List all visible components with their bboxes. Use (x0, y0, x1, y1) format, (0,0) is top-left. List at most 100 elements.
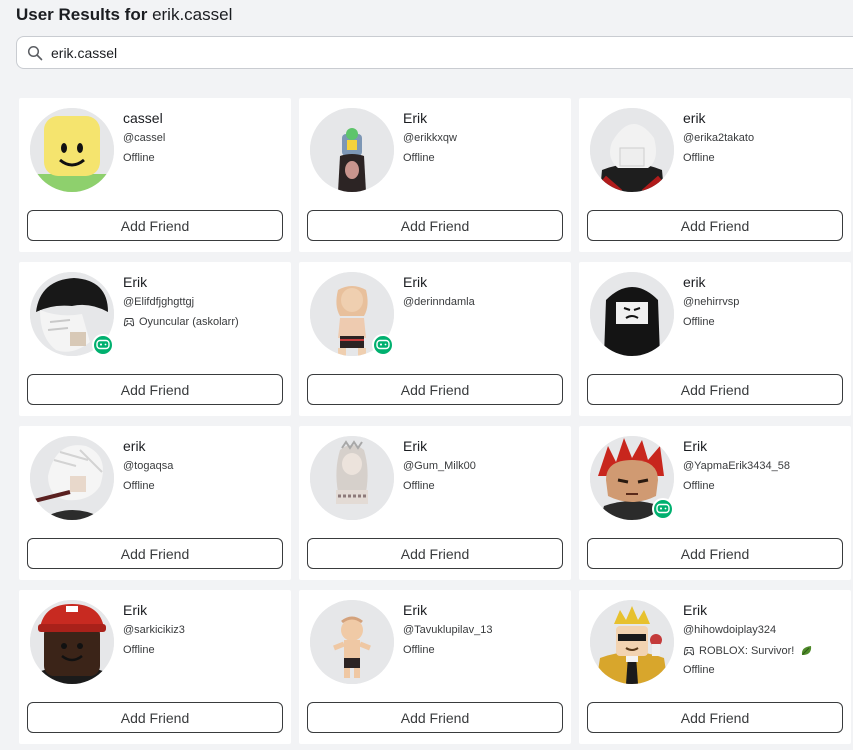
avatar[interactable] (310, 436, 394, 520)
search-bar[interactable] (16, 36, 853, 69)
user-username: @nehirrvsp (683, 296, 740, 308)
user-username: @derinndamla (403, 296, 475, 308)
user-card[interactable]: Erik @YapmaErik3434_58 Offline Add Friend (579, 426, 851, 580)
avatar-image (590, 272, 674, 356)
user-status-text: Oyuncular (askolarr) (139, 316, 239, 328)
add-friend-button[interactable]: Add Friend (27, 538, 283, 569)
avatar[interactable] (30, 108, 114, 192)
add-friend-button[interactable]: Add Friend (587, 702, 843, 733)
add-friend-button[interactable]: Add Friend (587, 374, 843, 405)
user-status-text: Offline (123, 644, 155, 656)
user-status: Oyuncular (askolarr) (123, 316, 239, 328)
avatar[interactable] (590, 436, 674, 520)
avatar-image (590, 108, 674, 192)
user-username: @Tavuklupilav_13 (403, 624, 493, 636)
page-title-query: erik.cassel (152, 5, 233, 24)
page-title: User Results for erik.cassel (16, 4, 232, 26)
avatar[interactable] (590, 600, 674, 684)
user-username: @Elifdfjghgttgj (123, 296, 195, 308)
avatar-image (30, 600, 114, 684)
user-status: Offline (403, 644, 435, 656)
avatar-image (310, 600, 394, 684)
user-username: @hihowdoiplay324 (683, 624, 777, 636)
user-username: @Gum_Milk00 (403, 460, 476, 472)
add-friend-button[interactable]: Add Friend (587, 538, 843, 569)
user-card[interactable]: Erik @Tavuklupilav_13 Offline Add Friend (299, 590, 571, 744)
in-game-badge-icon (652, 498, 674, 520)
search-input[interactable] (51, 44, 751, 61)
user-display-name[interactable]: erik (683, 274, 706, 290)
user-display-name[interactable]: Erik (683, 438, 707, 454)
user-status: Offline (123, 644, 155, 656)
user-username: @erikkxqw (403, 132, 457, 144)
add-friend-button[interactable]: Add Friend (27, 374, 283, 405)
user-username: @erika2takato (683, 132, 755, 144)
in-game-badge-icon (372, 334, 394, 356)
user-status: Offline (683, 152, 715, 164)
user-display-name[interactable]: erik (123, 438, 146, 454)
game-controller-icon (683, 646, 695, 655)
user-display-name[interactable]: Erik (123, 602, 147, 618)
add-friend-button[interactable]: Add Friend (27, 210, 283, 241)
user-display-name[interactable]: Erik (403, 274, 427, 290)
in-game-badge-icon (92, 334, 114, 356)
user-status-secondary: Offline (683, 664, 715, 676)
user-status: Offline (123, 152, 155, 164)
avatar[interactable] (310, 108, 394, 192)
user-display-name[interactable]: Erik (683, 602, 707, 618)
avatar-image (310, 108, 394, 192)
user-display-name[interactable]: Erik (403, 110, 427, 126)
add-friend-button[interactable]: Add Friend (307, 702, 563, 733)
user-card[interactable]: erik @togaqsa Offline Add Friend (19, 426, 291, 580)
user-card[interactable]: erik @erika2takato Offline Add Friend (579, 98, 851, 252)
add-friend-button[interactable]: Add Friend (587, 210, 843, 241)
avatar[interactable] (30, 436, 114, 520)
user-status: Offline (683, 480, 715, 492)
user-status-text: Offline (683, 152, 715, 164)
game-controller-icon (123, 318, 135, 327)
user-status: ROBLOX: Survivor! (683, 644, 813, 657)
add-friend-button[interactable]: Add Friend (307, 210, 563, 241)
avatar-image (590, 600, 674, 684)
user-card[interactable]: Erik @hihowdoiplay324 ROBLOX: Survivor! Off… (579, 590, 851, 744)
user-status-text: Offline (403, 644, 435, 656)
user-display-name[interactable]: Erik (403, 602, 427, 618)
user-status-text: Offline (683, 316, 715, 328)
add-friend-button[interactable]: Add Friend (27, 702, 283, 733)
user-username: @togaqsa (123, 460, 174, 472)
results-grid: cassel @cassel Offline Add Friend Erik @erikk… (19, 98, 853, 750)
avatar[interactable] (590, 108, 674, 192)
user-card[interactable]: cassel @cassel Offline Add Friend (19, 98, 291, 252)
user-card[interactable]: Erik @erikkxqw Offline Add Friend (299, 98, 571, 252)
user-username: @cassel (123, 132, 166, 144)
user-card[interactable]: erik @nehirrvsp Offline Add Friend (579, 262, 851, 416)
leaf-icon (802, 646, 812, 655)
avatar[interactable] (30, 272, 114, 356)
add-friend-button[interactable]: Add Friend (307, 374, 563, 405)
user-username: @sarkicikiz3 (123, 624, 185, 636)
user-status: Offline (403, 480, 435, 492)
user-card[interactable]: Erik @Gum_Milk00 Offline Add Friend (299, 426, 571, 580)
user-card[interactable]: Erik @Elifdfjghgttgj Oyuncular (askolarr) A… (19, 262, 291, 416)
user-display-name[interactable]: cassel (123, 110, 163, 126)
avatar-image (30, 436, 114, 520)
user-status: Offline (403, 152, 435, 164)
page-title-prefix: User Results for (16, 5, 148, 24)
user-display-name[interactable]: Erik (123, 274, 147, 290)
user-card[interactable]: Erik @derinndamla Add Friend (299, 262, 571, 416)
user-status-text: Offline (123, 152, 155, 164)
avatar-image (310, 436, 394, 520)
user-status: Offline (123, 480, 155, 492)
user-display-name[interactable]: Erik (403, 438, 427, 454)
avatar[interactable] (310, 600, 394, 684)
avatar-image (30, 108, 114, 192)
user-status-text: Offline (403, 152, 435, 164)
search-icon (25, 43, 45, 63)
avatar[interactable] (590, 272, 674, 356)
user-display-name[interactable]: erik (683, 110, 706, 126)
user-status-text: Offline (123, 480, 155, 492)
avatar[interactable] (30, 600, 114, 684)
avatar[interactable] (310, 272, 394, 356)
add-friend-button[interactable]: Add Friend (307, 538, 563, 569)
user-card[interactable]: Erik @sarkicikiz3 Offline Add Friend (19, 590, 291, 744)
